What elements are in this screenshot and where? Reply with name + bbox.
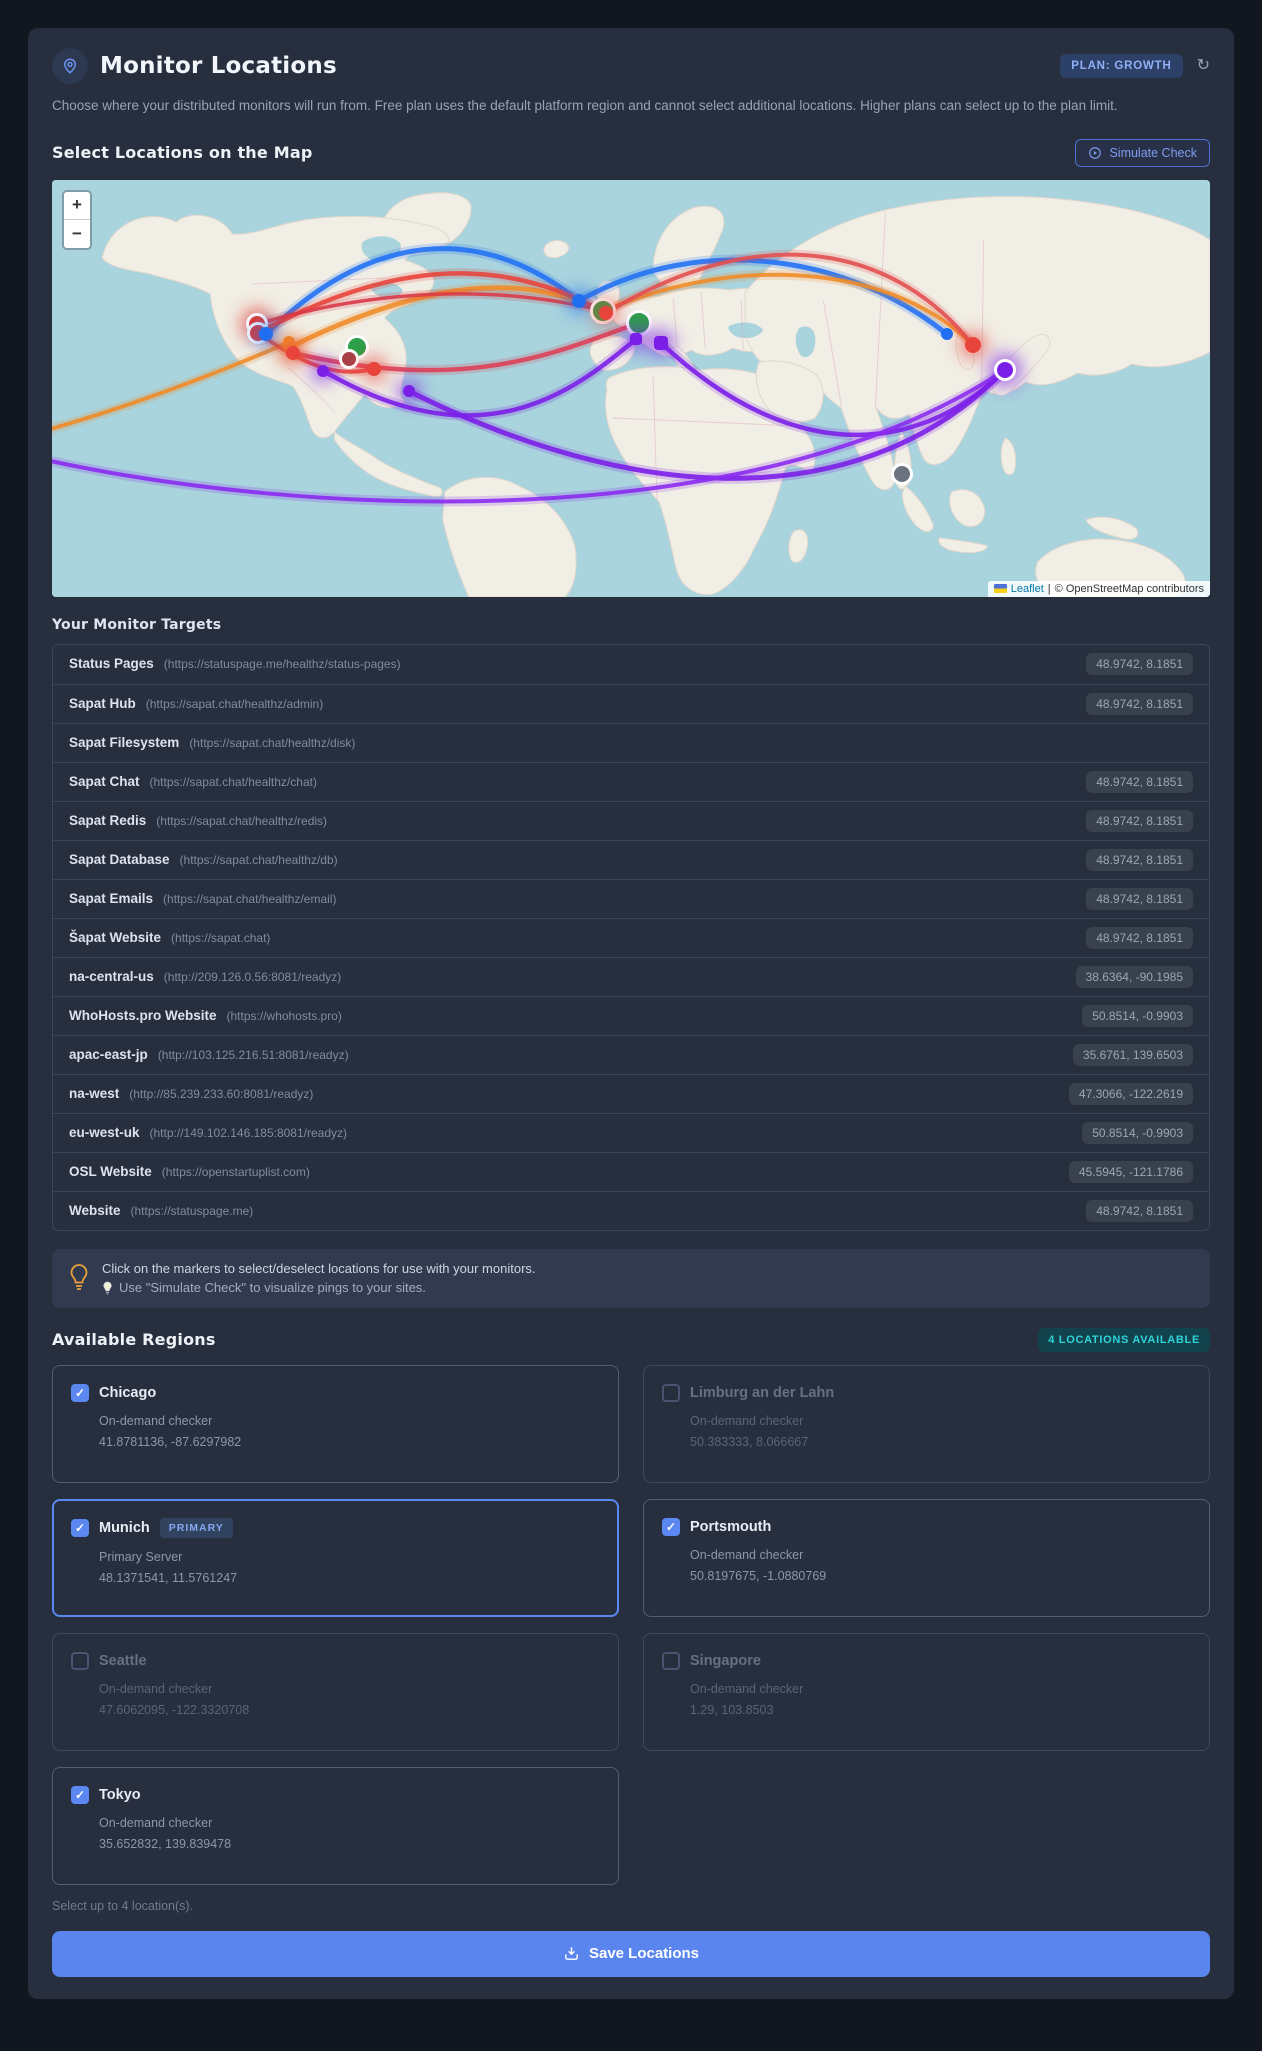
map-marker[interactable] — [598, 305, 613, 320]
coords-badge: 47.3066, -122.2619 — [1068, 1082, 1193, 1105]
table-row: apac-east-jp (http://103.125.216.51:8081/… — [53, 1034, 1209, 1074]
map-marker[interactable] — [625, 309, 652, 336]
checkbox-checked[interactable]: ✓ — [71, 1785, 89, 1804]
checkbox-unchecked[interactable] — [662, 1651, 680, 1670]
table-row: WhoHosts.pro Website (https://whohosts.pr… — [53, 995, 1209, 1035]
regions-heading: Available Regions — [52, 1330, 216, 1350]
location-pin-icon — [52, 48, 88, 84]
table-row: Sapat Filesystem (https://sapat.chat/heal… — [53, 722, 1209, 762]
coords-badge: 48.9742, 8.1851 — [1086, 770, 1193, 793]
map-marker[interactable] — [964, 336, 981, 353]
coords-badge: 48.9742, 8.1851 — [1086, 653, 1193, 676]
refresh-icon[interactable]: ↻ — [1197, 58, 1210, 74]
coords-badge: 38.6364, -90.1985 — [1075, 965, 1193, 988]
table-row: na-west (http://85.239.233.60:8081/readyz… — [53, 1073, 1209, 1113]
checkbox-checked[interactable]: ✓ — [662, 1517, 680, 1536]
region-grid: ✓ Chicago On-demand checker 41.8781136, … — [52, 1364, 1210, 1885]
table-row: na-central-us (http://209.126.0.56:8081/r… — [53, 956, 1209, 996]
world-map[interactable]: + − Leaflet | © OpenStreetMap contributo… — [52, 179, 1210, 597]
map-marker[interactable] — [402, 384, 415, 397]
table-row: eu-west-uk (http://149.102.146.185:8081/r… — [53, 1112, 1209, 1152]
coords-badge: 48.9742, 8.1851 — [1086, 926, 1193, 949]
monitor-locations-panel: Monitor Locations PLAN: GROWTH ↻ Choose … — [28, 28, 1234, 1999]
plan-badge: PLAN: GROWTH — [1060, 54, 1183, 78]
page-title: Monitor Locations — [100, 53, 337, 79]
checkbox-checked[interactable]: ✓ — [71, 1383, 89, 1402]
map-marker[interactable] — [571, 293, 586, 308]
checkbox-checked[interactable]: ✓ — [71, 1518, 89, 1537]
map-marker[interactable] — [339, 348, 360, 369]
zoom-out-button[interactable]: − — [64, 219, 90, 248]
map-marker[interactable] — [259, 326, 274, 341]
map-marker[interactable] — [317, 364, 330, 377]
region-card-tokyo[interactable]: ✓ Tokyo On-demand checker 35.652832, 139… — [52, 1766, 619, 1885]
monitor-targets-list: Status Pages (https://statuspage.me/healt… — [52, 643, 1210, 1231]
coords-badge: 50.8514, -0.9903 — [1082, 1121, 1193, 1144]
targets-heading: Your Monitor Targets — [52, 616, 222, 633]
map-marker[interactable] — [654, 335, 669, 350]
table-row: Sapat Emails (https://sapat.chat/healthz/… — [53, 878, 1209, 918]
table-row: Website (https://statuspage.me) 48.9742, 8… — [53, 1190, 1209, 1230]
coords-badge: 48.9742, 8.1851 — [1086, 1199, 1193, 1222]
map-marker[interactable] — [629, 332, 642, 345]
coords-badge: 48.9742, 8.1851 — [1086, 809, 1193, 832]
coords-badge: 48.9742, 8.1851 — [1086, 887, 1193, 910]
map-marker[interactable] — [366, 361, 381, 376]
leaflet-link[interactable]: Leaflet — [1011, 583, 1044, 595]
map-marker[interactable] — [993, 358, 1016, 381]
tip-box: Click on the markers to select/deselect … — [52, 1248, 1210, 1308]
tip-line-2: Use "Simulate Check" to visualize pings … — [119, 1280, 426, 1296]
region-card-seattle: Seattle On-demand checker 47.6062095, -1… — [52, 1632, 619, 1751]
map-zoom-control: + − — [62, 189, 92, 250]
table-row: Sapat Database (https://sapat.chat/health… — [53, 839, 1209, 879]
coords-badge: 48.9742, 8.1851 — [1086, 692, 1193, 715]
map-marker[interactable] — [891, 462, 914, 485]
coords-badge: 35.6761, 139.6503 — [1072, 1043, 1193, 1066]
region-card-portsmouth[interactable]: ✓ Portsmouth On-demand checker 50.819767… — [643, 1498, 1210, 1617]
play-circle-icon — [1089, 147, 1102, 159]
world-map-svg — [52, 179, 1210, 597]
coords-badge: 48.9742, 8.1851 — [1086, 848, 1193, 871]
osm-attribution: © OpenStreetMap contributors — [1054, 582, 1204, 595]
selection-limit-note: Select up to 4 location(s). — [52, 1898, 194, 1913]
checkbox-unchecked[interactable] — [71, 1651, 89, 1670]
region-card-limburg: Limburg an der Lahn On-demand checker 50… — [643, 1364, 1210, 1483]
page-description: Choose where your distributed monitors w… — [52, 98, 1118, 113]
zoom-in-button[interactable]: + — [64, 191, 90, 220]
region-card-singapore: Singapore On-demand checker 1.29, 103.85… — [643, 1632, 1210, 1751]
table-row: Šapat Website (https://sapat.chat) 48.9742… — [53, 917, 1209, 957]
header: Monitor Locations PLAN: GROWTH ↻ — [52, 48, 1210, 84]
lightbulb-icon — [70, 1264, 88, 1291]
map-marker[interactable] — [286, 345, 301, 360]
page: Monitor Locations PLAN: GROWTH ↻ Choose … — [0, 0, 1262, 2051]
simulate-check-button[interactable]: Simulate Check — [1075, 138, 1210, 167]
locations-available-badge: 4 LOCATIONS AVAILABLE — [1038, 1327, 1210, 1352]
map-attribution: Leaflet | © OpenStreetMap contributors — [987, 580, 1210, 597]
ukraine-flag-icon — [993, 584, 1007, 594]
table-row: Sapat Redis (https://sapat.chat/healthz/r… — [53, 800, 1209, 840]
table-row: Status Pages (https://statuspage.me/healt… — [53, 645, 1209, 684]
save-locations-button[interactable]: Save Locations — [52, 1930, 1210, 1977]
save-icon — [565, 1947, 578, 1961]
bulb-emoji-icon — [103, 1281, 112, 1295]
region-card-munich[interactable]: ✓ Munich PRIMARY Primary Server 48.13715… — [52, 1498, 619, 1617]
primary-badge: PRIMARY — [159, 1517, 233, 1538]
coords-badge: 45.5945, -121.1786 — [1068, 1160, 1193, 1183]
checkbox-unchecked[interactable] — [662, 1383, 680, 1402]
coords-badge: 50.8514, -0.9903 — [1082, 1004, 1193, 1027]
table-row: Sapat Chat (https://sapat.chat/healthz/ch… — [53, 761, 1209, 801]
table-row: Sapat Hub (https://sapat.chat/healthz/adm… — [53, 683, 1209, 723]
region-card-chicago[interactable]: ✓ Chicago On-demand checker 41.8781136, … — [52, 1364, 619, 1483]
table-row: OSL Website (https://openstartuplist.com)… — [53, 1151, 1209, 1191]
tip-line-1: Click on the markers to select/deselect … — [102, 1260, 536, 1276]
map-section-heading: Select Locations on the Map — [52, 143, 313, 163]
map-marker[interactable] — [940, 327, 953, 340]
